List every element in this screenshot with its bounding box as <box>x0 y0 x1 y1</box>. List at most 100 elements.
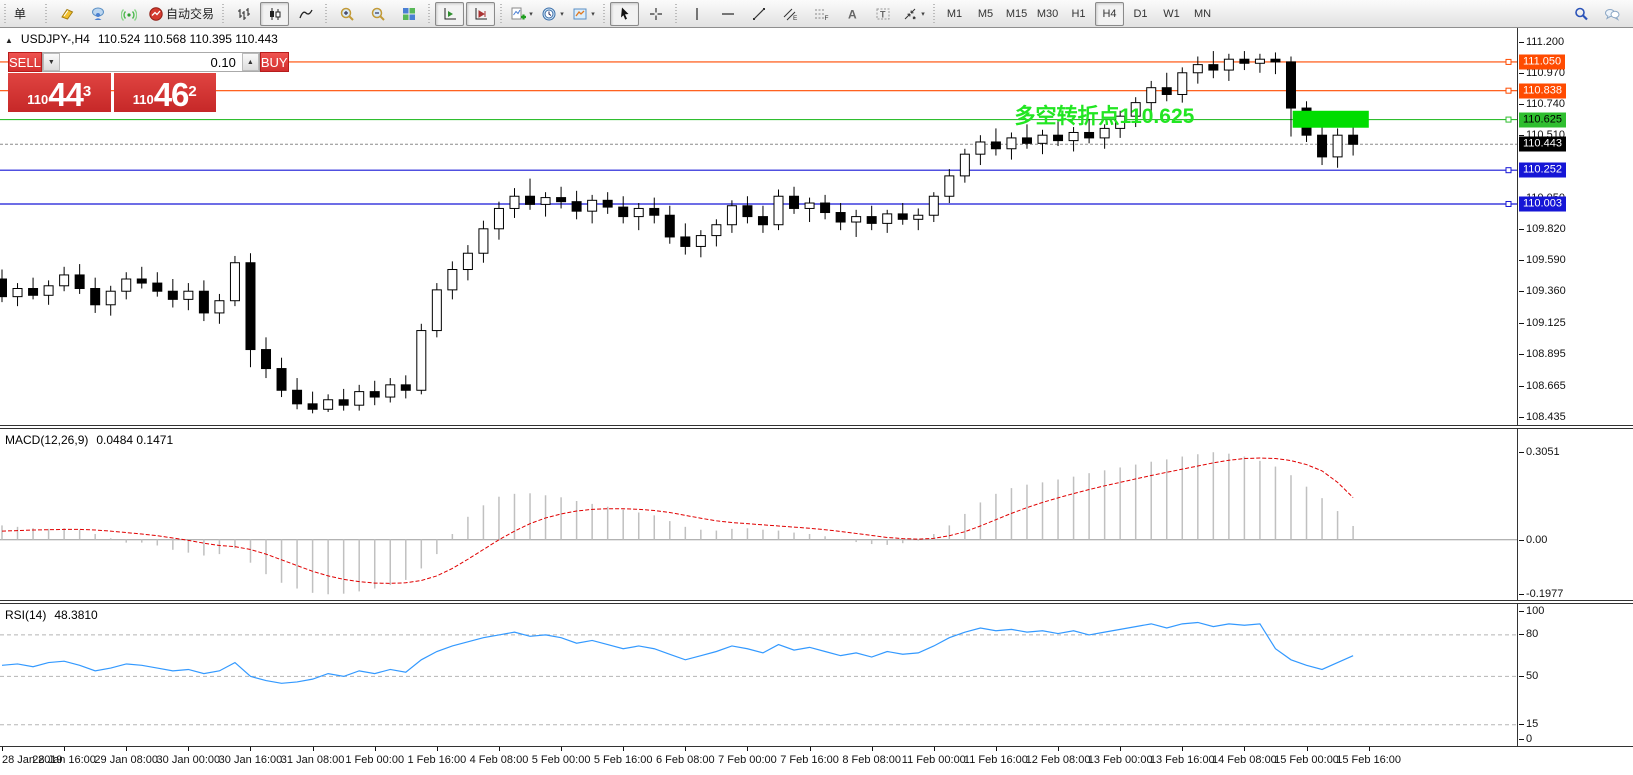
new-order-button[interactable]: 单 <box>11 2 40 26</box>
chat-icon <box>1604 6 1620 22</box>
equidistant-channel-button[interactable]: E <box>775 2 804 26</box>
zoom-out-button[interactable] <box>363 2 392 26</box>
toolbar-button-label: W1 <box>1163 8 1180 20</box>
price-tick: 109.590 <box>1526 254 1566 266</box>
templates-button[interactable]: ▾ <box>569 2 598 26</box>
trend-line-button[interactable] <box>744 2 773 26</box>
time-label: 1 Feb 16:00 <box>407 754 466 766</box>
timeframe-h4[interactable]: H4 <box>1095 2 1124 26</box>
macd-pane: 0.30510.00-0.1977 MACD(12,26,9) 0.0484 0… <box>0 428 1633 601</box>
time-tick <box>1058 747 1059 751</box>
sell-price-big: 44 <box>48 80 83 110</box>
candle <box>821 203 830 212</box>
search-button[interactable] <box>1566 2 1595 26</box>
timeframe-d1[interactable]: D1 <box>1126 2 1155 26</box>
toolbar-button-label: H4 <box>1102 8 1116 20</box>
candle <box>836 213 845 222</box>
timeframe-m5[interactable]: M5 <box>971 2 1000 26</box>
chart-shift-button[interactable] <box>466 2 495 26</box>
time-tick <box>437 747 438 751</box>
candle <box>324 400 333 409</box>
macd-axis[interactable]: 0.30510.00-0.1977 <box>1517 429 1633 600</box>
candle <box>1286 62 1295 108</box>
candle <box>215 301 224 313</box>
line-chart-button[interactable] <box>291 2 320 26</box>
candle <box>852 217 861 222</box>
time-tick <box>561 747 562 751</box>
sell-price-display[interactable]: 110443 <box>8 73 111 112</box>
auto-scroll-button[interactable] <box>435 2 464 26</box>
sell-button[interactable]: SELL <box>8 52 42 72</box>
text-label-icon: T <box>875 6 891 22</box>
level-line-handle <box>1506 59 1511 64</box>
signals-button[interactable] <box>114 2 143 26</box>
fibonacci-button[interactable]: F <box>806 2 835 26</box>
chart-ohlc-values: 110.524 110.568 110.395 110.443 <box>98 32 278 46</box>
cursor-button[interactable] <box>610 2 639 26</box>
toolbar-button-label: M15 <box>1006 8 1027 20</box>
price-tick: 109.360 <box>1526 285 1566 297</box>
time-label: 11 Feb 16:00 <box>964 754 1028 766</box>
chat-button[interactable] <box>1597 2 1626 26</box>
highlight-box[interactable] <box>1293 111 1369 128</box>
macd-signal-line <box>2 458 1353 583</box>
auto-trading-button[interactable]: 自动交易 <box>145 2 217 26</box>
dropdown-caret-icon[interactable]: ▾ <box>591 10 595 18</box>
time-axis[interactable]: 28 Jan 201928 Jan 16:0029 Jan 08:0030 Ja… <box>0 746 1633 775</box>
timeframe-w1[interactable]: W1 <box>1157 2 1186 26</box>
crosshair-button[interactable] <box>641 2 670 26</box>
candle <box>1162 88 1171 95</box>
macd-plot[interactable] <box>0 429 1517 600</box>
indicators-button[interactable]: ▾ <box>507 2 536 26</box>
candle <box>1224 59 1233 70</box>
chart-symbol-title: USDJPY-,H4 <box>21 32 90 46</box>
timeframe-m15[interactable]: M15 <box>1002 2 1031 26</box>
candle <box>510 196 519 208</box>
buy-button[interactable]: BUY <box>260 52 289 72</box>
time-label: 13 Feb 00:00 <box>1088 754 1153 766</box>
buy-price-display[interactable]: 110462 <box>114 73 217 112</box>
buy-price-big: 46 <box>154 80 189 110</box>
tile-windows-button[interactable] <box>394 2 423 26</box>
market-book-button[interactable] <box>52 2 81 26</box>
text-button[interactable]: A <box>837 2 866 26</box>
publisher-button[interactable] <box>83 2 112 26</box>
timeframe-h1[interactable]: H1 <box>1064 2 1093 26</box>
price-chart-plot[interactable]: 多空转折点110.625 <box>0 28 1517 425</box>
volume-input[interactable] <box>60 53 242 71</box>
toolbar-separator <box>2 4 8 24</box>
time-tick <box>64 747 65 751</box>
candle <box>417 331 426 391</box>
dropdown-caret-icon[interactable]: ▾ <box>560 10 564 18</box>
price-tick: 108.435 <box>1526 411 1566 423</box>
toolbar-button-label: 单 <box>14 5 26 22</box>
candle <box>712 225 721 236</box>
time-label: 13 Feb 16:00 <box>1150 754 1215 766</box>
horizontal-line-button[interactable] <box>713 2 742 26</box>
time-label: 12 Feb 08:00 <box>1026 754 1091 766</box>
toolbar-separator <box>498 4 504 24</box>
candle <box>106 291 115 305</box>
text-label-button[interactable]: T <box>868 2 897 26</box>
arrows-button[interactable]: ▾ <box>899 2 928 26</box>
volume-increase-button[interactable]: ▲ <box>242 53 259 71</box>
collapse-panel-icon[interactable] <box>5 32 13 46</box>
candle <box>184 291 193 299</box>
timeframe-m1[interactable]: M1 <box>940 2 969 26</box>
volume-decrease-button[interactable]: ▼ <box>43 53 60 71</box>
dropdown-caret-icon[interactable]: ▾ <box>921 10 925 18</box>
candle-chart-button[interactable] <box>260 2 289 26</box>
zoom-in-button[interactable] <box>332 2 361 26</box>
annotation-text[interactable]: 多空转折点110.625 <box>1015 104 1195 128</box>
rsi-axis[interactable]: 1008050150 <box>1517 604 1633 746</box>
periods-button[interactable]: ▾ <box>538 2 567 26</box>
rsi-title: RSI(14) <box>5 608 46 622</box>
timeframe-m30[interactable]: M30 <box>1033 2 1062 26</box>
dropdown-caret-icon[interactable]: ▾ <box>529 10 533 18</box>
zoom-out-icon <box>370 6 386 22</box>
rsi-plot[interactable] <box>0 604 1517 746</box>
timeframe-mn[interactable]: MN <box>1188 2 1217 26</box>
vertical-line-button[interactable] <box>682 2 711 26</box>
bar-chart-button[interactable] <box>229 2 258 26</box>
candle <box>945 176 954 196</box>
